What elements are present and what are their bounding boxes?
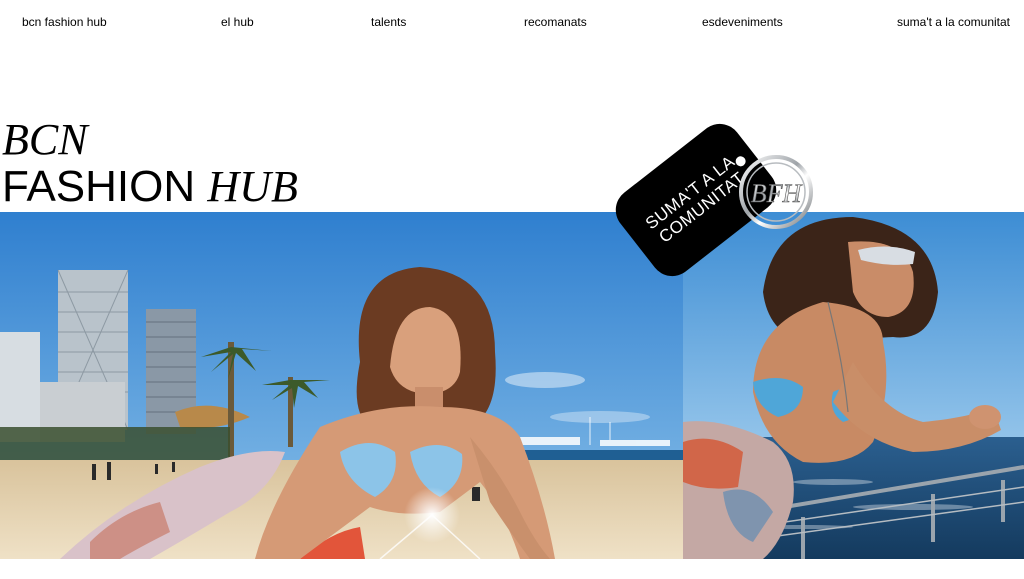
emblem-letters: BFH [751, 179, 803, 208]
hero-title-fashion-hub: FASHION HUB [2, 161, 298, 213]
nav-link-esdeveniments[interactable]: esdeveniments [702, 15, 783, 29]
nav-brand-link[interactable]: bcn fashion hub [22, 15, 107, 29]
hero-title-hub: HUB [207, 162, 298, 211]
seaside-model-photo [683, 212, 1024, 559]
top-nav: bcn fashion hub el hub talents recomanat… [0, 0, 1024, 44]
hero-title-fashion: FASHION [2, 162, 196, 211]
hero-title-bcn: BCN [2, 115, 88, 164]
beach-model-photo [0, 212, 683, 559]
nav-link-join-community[interactable]: suma't a la comunitat [897, 15, 1010, 29]
nav-link-el-hub[interactable]: el hub [221, 15, 254, 29]
bfh-chrome-logo-icon: BFH [739, 155, 813, 229]
nav-link-talents[interactable]: talents [371, 15, 406, 29]
nav-link-recomanats[interactable]: recomanats [524, 15, 587, 29]
